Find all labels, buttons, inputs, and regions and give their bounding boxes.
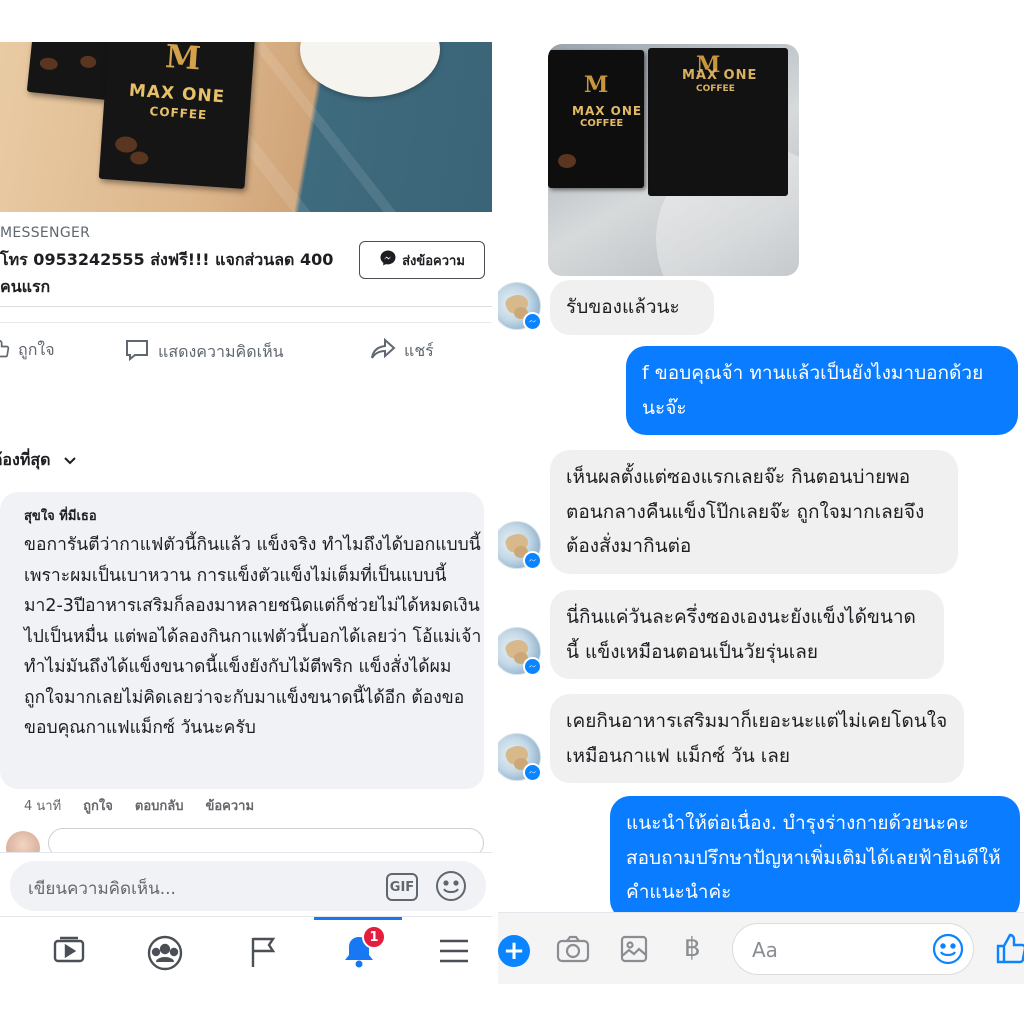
gif-button[interactable]: GIF <box>386 873 418 901</box>
comment-composer: เขียนความคิดเห็น... GIF <box>0 852 492 916</box>
outgoing-message: แนะนำให้ต่อเนื่อง. บำรุงร่างกายด้วยนะคะส… <box>610 796 1020 920</box>
messenger-badge-icon <box>523 551 542 570</box>
box-brand-line2: COFFEE <box>696 84 735 94</box>
send-message-button[interactable]: ส่งข้อความ <box>359 241 485 279</box>
comment-input-placeholder: เขียนความคิดเห็น... <box>28 879 176 899</box>
brand-logo-letter: M <box>164 42 203 78</box>
message-input-placeholder: Aa <box>752 938 778 962</box>
divider <box>0 322 492 323</box>
pages-flag-icon[interactable] <box>248 935 278 973</box>
coffee-box-image: M MAX ONE COFFEE <box>648 48 788 196</box>
comment-reply-link[interactable]: ตอบกลับ <box>135 795 184 816</box>
send-message-label: ส่งข้อความ <box>402 253 465 269</box>
messenger-icon <box>379 249 397 271</box>
chat-photo-message[interactable]: M MAX ONE COFFEE M MAX ONE COFFEE <box>548 44 799 276</box>
divider <box>0 306 492 307</box>
incoming-message: นี่กินแค่วันละครึ่งซองเองนะยังแข็งได้ขนา… <box>550 590 944 679</box>
comment-time: 4 นาที <box>24 799 62 814</box>
comment-label: แสดงความคิดเห็น <box>158 341 284 361</box>
incoming-message: รับของแล้วนะ <box>550 280 714 335</box>
comment-message-link[interactable]: ข้อความ <box>205 795 254 816</box>
screenshot-root: M MAX ONE COFFEE MESSENGER โทร 095324255… <box>0 0 1024 1024</box>
ad-source-label: MESSENGER <box>0 225 91 241</box>
groups-icon[interactable] <box>146 935 184 975</box>
watch-video-icon[interactable] <box>52 935 86 971</box>
comment-like-link[interactable]: ถูกใจ <box>83 795 113 816</box>
sort-label: ต้องที่สุด <box>0 450 51 469</box>
comment-action[interactable]: แสดงความคิดเห็น <box>124 338 284 366</box>
chat-composer: + ฿ Aa <box>498 912 1024 984</box>
share-action[interactable]: แชร์ <box>370 337 434 364</box>
messenger-badge-icon <box>523 312 542 331</box>
bottom-navigation <box>0 916 492 984</box>
brand-name-line1: MAX ONE <box>128 80 226 108</box>
comment-meta: 4 นาที ถูกใจ ตอบกลับ ข้อความ <box>24 795 254 816</box>
thumbs-up-icon <box>0 339 10 363</box>
notification-badge: 1 <box>362 925 386 949</box>
share-label: แชร์ <box>404 340 434 360</box>
thumbs-up-send-icon[interactable] <box>996 932 1024 968</box>
comment-author[interactable]: สุขใจ ที่มีเธอ <box>24 505 97 526</box>
comment-bubble-icon <box>124 338 150 366</box>
comment-sort-dropdown[interactable]: ต้องที่สุด <box>0 448 77 473</box>
emoji-icon[interactable] <box>932 933 964 969</box>
emoji-icon[interactable] <box>435 870 467 906</box>
share-arrow-icon <box>370 337 396 364</box>
chevron-down-icon <box>63 451 77 470</box>
comment-text: ขอการันตีว่ากาแฟตัวนี้กินแล้ว แข็งจริง ท… <box>24 535 482 738</box>
incoming-message: เห็นผลตั้งแต่ซองแรกเลยจ๊ะ กินตอนบ่ายพอตอ… <box>550 450 958 574</box>
like-action[interactable]: ถูกใจ <box>0 338 55 363</box>
messenger-badge-icon <box>523 657 542 676</box>
camera-icon[interactable] <box>556 934 590 968</box>
gallery-icon[interactable] <box>620 934 648 968</box>
menu-hamburger-icon[interactable] <box>438 937 470 969</box>
sachet-image: M MAX ONE COFFEE <box>548 50 644 188</box>
sachet-brand-line2: COFFEE <box>580 118 624 129</box>
plus-icon[interactable]: + <box>498 935 530 967</box>
ad-headline: โทร 0953242555 ส่งฟรี!!! แจกส่วนลด 400 ค… <box>0 250 334 296</box>
cup-image <box>300 42 440 97</box>
brand-name-line2: COFFEE <box>149 104 208 123</box>
messenger-badge-icon <box>523 763 542 782</box>
sachet-brand-line1: MAX ONE <box>572 104 643 118</box>
outgoing-message: f ขอบคุณจ้า ทานแล้วเป็นยังไงมาบอกด้วยนะจ… <box>626 346 1018 435</box>
active-tab-indicator <box>314 917 402 920</box>
sachet-image-large: M MAX ONE COFFEE <box>98 42 256 189</box>
sachet-image-small <box>26 42 114 101</box>
incoming-message: เคยกินอาหารเสริมมาก็เยอะนะแต่ไม่เคยโดนใจ… <box>550 694 964 783</box>
facebook-post-panel: M MAX ONE COFFEE MESSENGER โทร 095324255… <box>0 0 492 1024</box>
like-label: ถูกใจ <box>18 340 55 359</box>
post-image[interactable]: M MAX ONE COFFEE <box>0 42 492 212</box>
messenger-chat-panel: M MAX ONE COFFEE M MAX ONE COFFEE รับของ… <box>498 0 1024 1024</box>
baht-payment-icon[interactable]: ฿ <box>684 933 701 963</box>
box-brand-line1: MAX ONE <box>682 68 758 83</box>
